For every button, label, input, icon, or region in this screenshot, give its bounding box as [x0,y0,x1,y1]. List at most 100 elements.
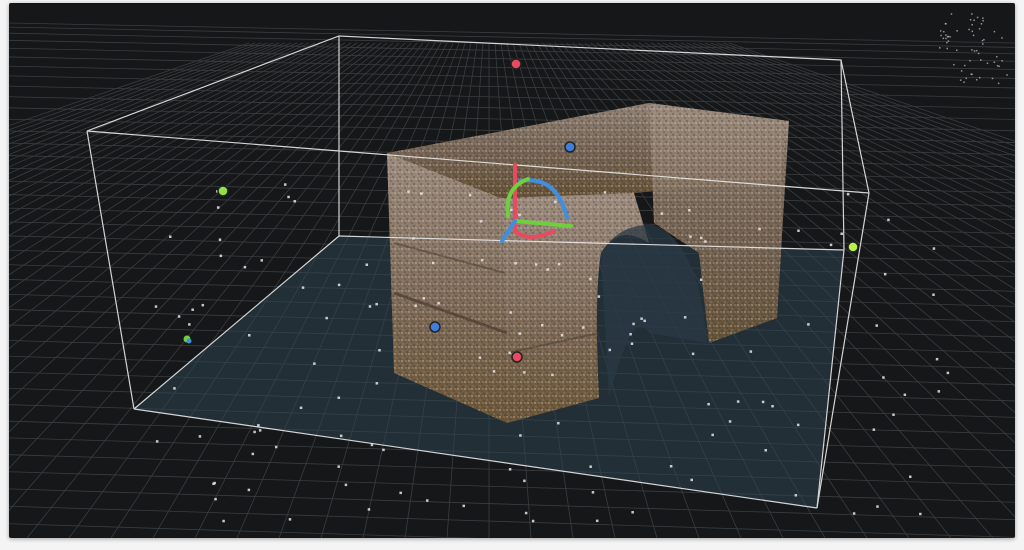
grid-line [9,42,274,145]
sparse-point [794,494,798,497]
sparse-point [932,293,935,296]
sparse-point [771,404,774,408]
sparse-point [736,400,740,403]
sparse-point [669,465,673,468]
sparse-point [872,428,876,431]
sparse-point [414,304,417,308]
sparse-point [382,448,385,452]
sparse-point [518,213,521,217]
sparse-point [589,465,592,468]
sparse-point [758,227,761,231]
sparse-point [883,272,887,276]
sparse-point [963,81,965,83]
sparse-point [508,468,512,471]
sparse-point [479,220,483,223]
sparse-point [640,317,643,320]
sparse-point [939,30,942,32]
sparse-point [253,430,256,434]
sparse-point [991,77,994,80]
sparse-point [945,34,947,36]
sparse-point [437,302,440,305]
sparse-point [608,348,612,352]
sparse-point [946,41,948,44]
sparse-point [996,65,999,67]
sparse-point [1001,60,1003,62]
sparse-point [976,16,979,19]
sparse-point [367,508,371,511]
sparse-point [589,277,592,281]
sparse-point [337,283,341,287]
sparse-point [173,387,176,390]
sparse-point [919,512,922,516]
grid-line [9,42,268,140]
sparse-point [935,357,939,361]
sparse-point [188,323,191,326]
sparse-point [942,37,945,40]
sparse-point [603,191,607,194]
sparse-point [293,200,296,203]
right-face-handle[interactable] [847,241,859,253]
sparse-point [524,511,528,515]
sparse-point [420,192,423,195]
sparse-point [945,37,947,40]
top-face-handle[interactable] [510,58,522,70]
sparse-point [631,511,634,514]
sparse-point [557,421,560,425]
sparse-point [540,323,544,327]
sparse-point [711,433,714,437]
sparse-point [216,206,220,209]
sparse-point [986,62,989,65]
sparse-point [299,406,303,410]
sparse-point [551,373,554,377]
sparse-point [218,238,222,241]
sparse-point [534,263,538,266]
left-face-handle[interactable] [217,185,229,197]
sparse-point [946,35,949,38]
sparse-point [903,393,907,397]
sparse-point [375,382,379,385]
sparse-point [797,229,800,232]
back-face-handle[interactable] [564,141,576,153]
sparse-point [846,192,850,196]
sparse-point [690,478,693,482]
sparse-point [939,47,941,49]
sparse-point [980,23,983,25]
sparse-point [560,333,564,337]
sparse-point [546,268,550,271]
camera-marker[interactable] [183,335,192,344]
sparse-point [955,49,958,52]
bottom-face-handle[interactable] [511,351,523,363]
sparse-point [201,303,205,307]
sparse-point [222,519,225,523]
sparse-point [892,413,895,416]
3d-viewport[interactable] [9,3,1015,538]
sparse-point [248,334,251,337]
sparse-point [975,49,978,52]
grid-line [9,65,1015,89]
grid-line [9,22,1015,44]
sparse-point [365,263,369,266]
grid-line [9,42,256,131]
sparse-point [243,265,247,269]
sparse-point [947,40,950,42]
sparse-point [492,370,496,373]
sparse-point [971,73,973,76]
viewport-canvas[interactable] [9,3,1015,538]
sparse-point [260,259,264,262]
sparse-point [519,434,522,437]
grid-line [9,488,1015,521]
front-face-handle[interactable] [429,321,441,333]
sparse-point [257,424,260,427]
sparse-point [325,316,328,320]
sparse-point [964,64,966,67]
sparse-point [688,209,691,212]
sparse-point [337,396,341,400]
sparse-point [980,59,982,61]
sparse-point [510,208,513,212]
sparse-point [998,65,1000,68]
sparse-point [274,445,278,449]
sparse-point [981,39,984,42]
sparse-point [993,30,996,33]
sparse-point [949,36,951,38]
sparse-point [154,305,158,308]
